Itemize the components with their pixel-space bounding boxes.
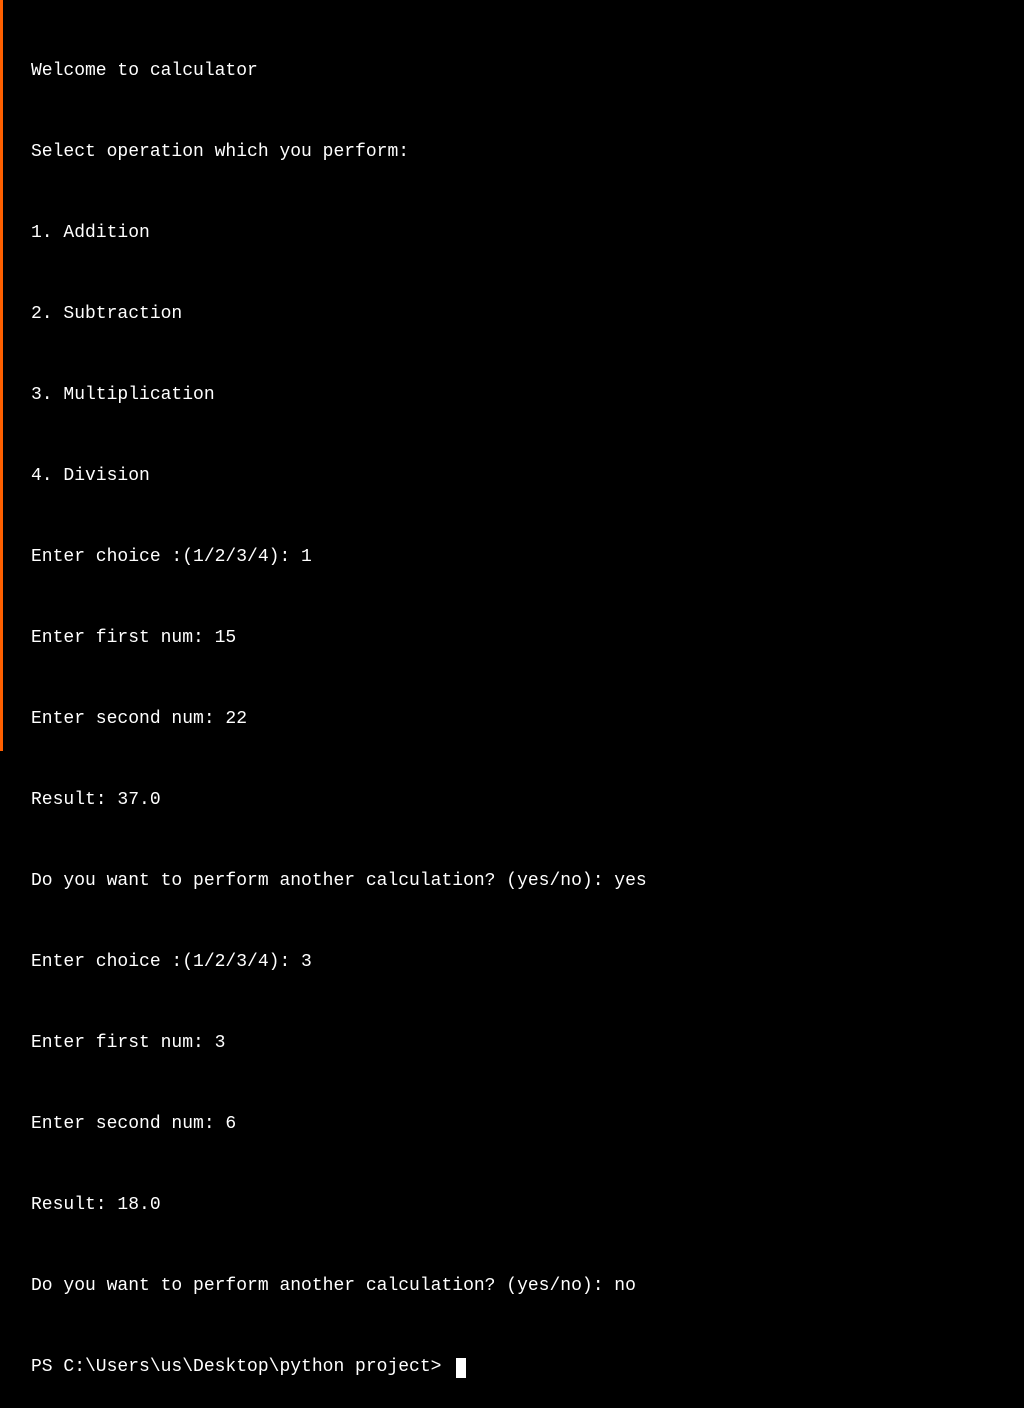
terminal-output-line: Do you want to perform another calculati… — [31, 1273, 1024, 1300]
terminal-output-line: 2. Subtraction — [31, 301, 1024, 328]
terminal-output-line: Select operation which you perform: — [31, 139, 1024, 166]
terminal-prompt: PS C:\Users\us\Desktop\python project> — [31, 1354, 452, 1381]
terminal-prompt-line[interactable]: PS C:\Users\us\Desktop\python project> — [31, 1354, 1024, 1381]
terminal-output-line: Enter second num: 22 — [31, 706, 1024, 733]
terminal-output-line: 3. Multiplication — [31, 382, 1024, 409]
terminal-output-line: Enter second num: 6 — [31, 1111, 1024, 1138]
terminal-window[interactable]: Welcome to calculator Select operation w… — [3, 0, 1024, 1408]
terminal-output-line: Welcome to calculator — [31, 58, 1024, 85]
terminal-output-line: Result: 37.0 — [31, 787, 1024, 814]
terminal-output-line: Do you want to perform another calculati… — [31, 868, 1024, 895]
terminal-output-line: Enter first num: 3 — [31, 1030, 1024, 1057]
terminal-output-line: Enter choice :(1/2/3/4): 1 — [31, 544, 1024, 571]
terminal-output-line: 1. Addition — [31, 220, 1024, 247]
terminal-output-line: Enter choice :(1/2/3/4): 3 — [31, 949, 1024, 976]
terminal-output-line: 4. Division — [31, 463, 1024, 490]
terminal-output-line: Enter first num: 15 — [31, 625, 1024, 652]
cursor-icon — [456, 1358, 466, 1378]
terminal-output-line: Result: 18.0 — [31, 1192, 1024, 1219]
